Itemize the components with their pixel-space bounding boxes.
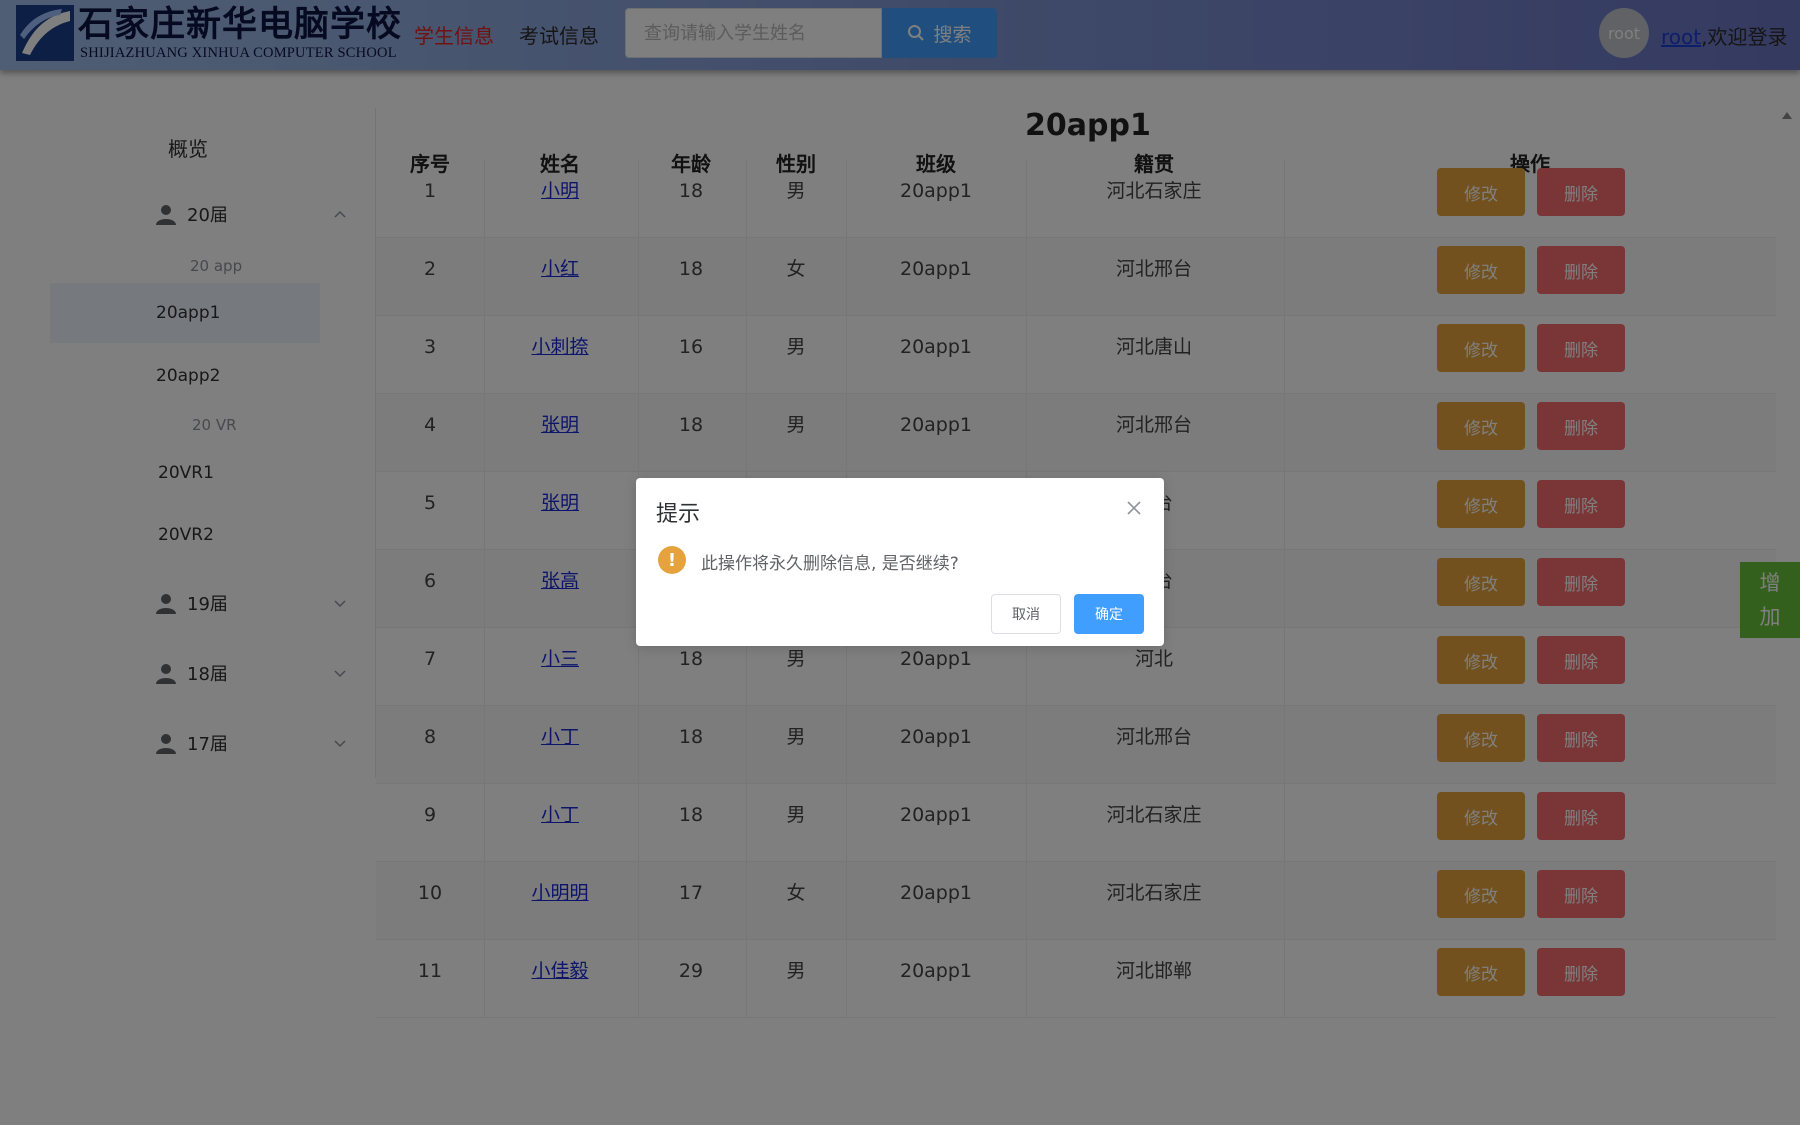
dialog-cancel-button[interactable]: 取消 xyxy=(991,594,1061,634)
dialog-confirm-button[interactable]: 确定 xyxy=(1074,594,1144,634)
dialog-message: 此操作将永久删除信息, 是否继续? xyxy=(701,554,959,574)
dialog-title: 提示 xyxy=(656,502,701,527)
warning-icon: ! xyxy=(658,546,686,574)
confirm-delete-dialog: 提示 ! 此操作将永久删除信息, 是否继续? 取消 确定 xyxy=(636,478,1164,646)
close-icon[interactable] xyxy=(1124,498,1144,518)
